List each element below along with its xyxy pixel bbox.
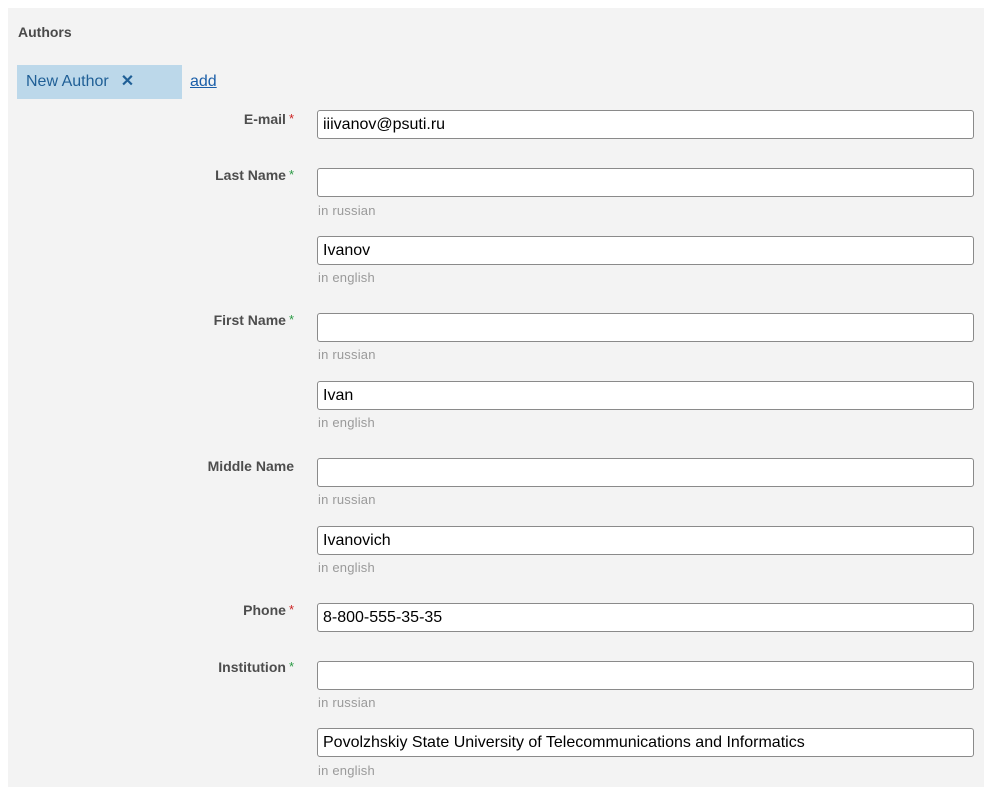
institution-english-field[interactable] — [317, 728, 974, 757]
email-field[interactable] — [317, 110, 974, 139]
institution-russian-hint: in russian — [318, 695, 376, 710]
required-marker: * — [288, 602, 294, 617]
phone-field[interactable] — [317, 603, 974, 632]
required-marker: * — [288, 111, 294, 126]
required-marker: * — [288, 167, 294, 182]
close-icon[interactable]: ✕ — [121, 74, 134, 90]
email-label-text: E-mail — [243, 111, 286, 127]
required-marker: * — [288, 312, 294, 327]
middle-name-english-field[interactable] — [317, 526, 974, 555]
middle-name-russian-field[interactable] — [317, 458, 974, 487]
last-name-english-hint: in english — [318, 270, 375, 285]
tab-new-author[interactable]: New Author ✕ — [17, 65, 182, 99]
authors-panel: Authors New Author ✕ add E-mail* Last Na… — [8, 8, 984, 787]
tab-label: New Author — [26, 73, 109, 90]
last-name-russian-field[interactable] — [317, 168, 974, 197]
institution-label: Institution * — [94, 659, 294, 675]
middle-name-russian-hint: in russian — [318, 492, 376, 507]
first-name-label-text: First Name — [213, 312, 286, 328]
institution-label-text: Institution — [218, 659, 286, 675]
add-author-link[interactable]: add — [190, 73, 217, 91]
institution-russian-field[interactable] — [317, 661, 974, 690]
institution-english-hint: in english — [318, 763, 375, 778]
email-label: E-mail * — [94, 111, 294, 127]
first-name-english-field[interactable] — [317, 381, 974, 410]
first-name-russian-field[interactable] — [317, 313, 974, 342]
section-title: Authors — [18, 24, 72, 40]
phone-label-text: Phone — [243, 602, 286, 618]
last-name-label-text: Last Name — [215, 167, 286, 183]
first-name-english-hint: in english — [318, 415, 375, 430]
first-name-label: First Name * — [94, 312, 294, 328]
last-name-russian-hint: in russian — [318, 203, 376, 218]
middle-name-english-hint: in english — [318, 560, 375, 575]
required-marker: * — [288, 659, 294, 674]
last-name-label: Last Name * — [94, 167, 294, 183]
middle-name-label-text: Middle Name — [207, 458, 294, 474]
first-name-russian-hint: in russian — [318, 347, 376, 362]
phone-label: Phone * — [94, 602, 294, 618]
middle-name-label: Middle Name — [94, 458, 294, 474]
last-name-english-field[interactable] — [317, 236, 974, 265]
